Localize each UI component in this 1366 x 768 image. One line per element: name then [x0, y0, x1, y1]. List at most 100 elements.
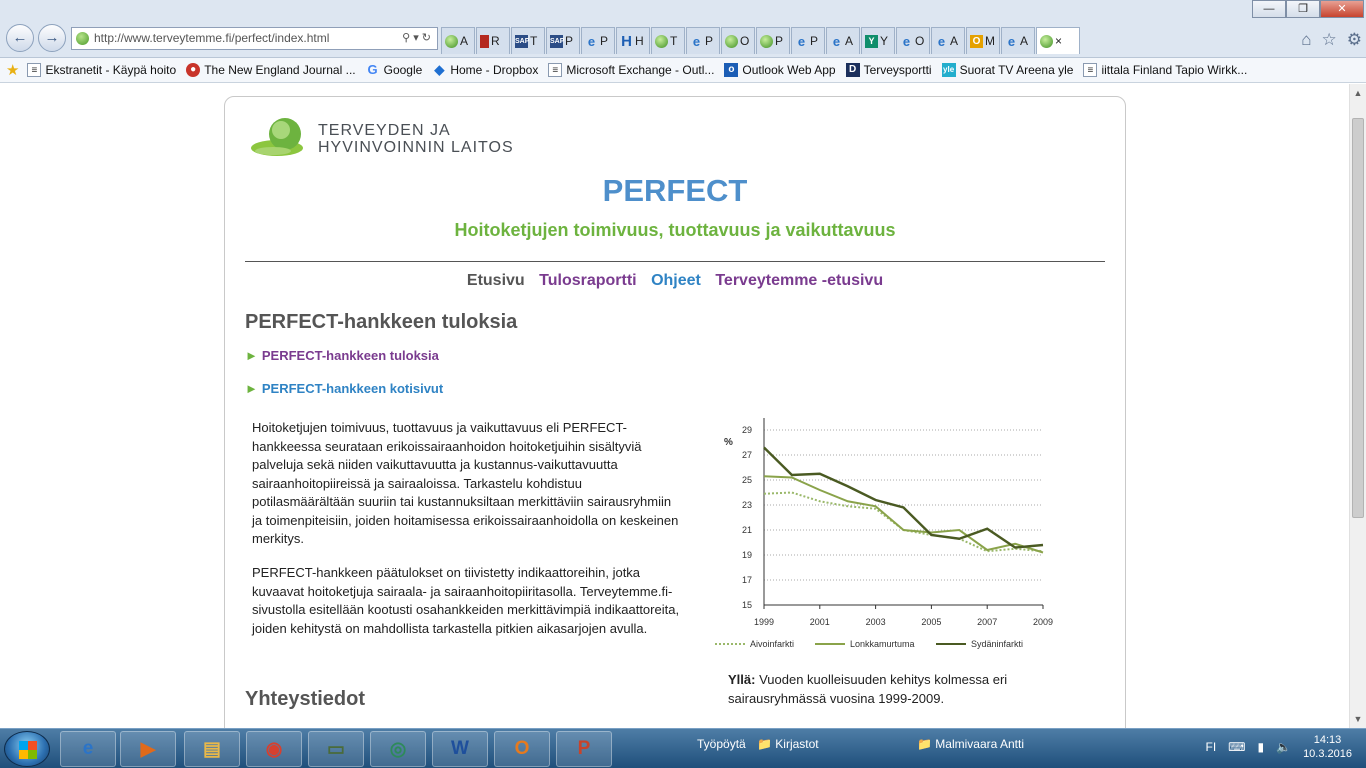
favorite-link[interactable]: ≡ Microsoft Exchange - Outl...	[548, 63, 714, 77]
chrome-icon[interactable]: ◉	[246, 731, 302, 767]
clock[interactable]: 14:13 10.3.2016	[1303, 733, 1352, 761]
outlook-icon[interactable]: O	[494, 731, 550, 767]
back-button[interactable]: ←	[6, 24, 34, 52]
menu-etusivu[interactable]: Etusivu	[467, 272, 525, 289]
red-page-icon	[480, 34, 489, 48]
settings-gear-icon[interactable]: ⚙	[1347, 30, 1362, 50]
browser-tab[interactable]: O	[721, 27, 755, 54]
favorite-label: The New England Journal ...	[204, 63, 356, 77]
browser-tab[interactable]: SAP T	[511, 27, 545, 54]
explorer-icon[interactable]: ▤	[184, 731, 240, 767]
keyboard-icon[interactable]: ⌨	[1228, 740, 1245, 754]
globe-icon	[725, 34, 738, 48]
network-icon[interactable]: ◎	[370, 731, 426, 767]
tab-label: H	[635, 34, 644, 48]
browser-chrome: — ❐ ✕ ← → http://www.terveytemme.fi/perf…	[0, 0, 1366, 58]
browser-tools: ⌂ ☆ ⚙	[1301, 30, 1362, 50]
scroll-thumb[interactable]	[1352, 118, 1364, 518]
favorite-link[interactable]: yle Suorat TV Areena yle	[941, 63, 1073, 77]
browser-tab[interactable]: HH	[616, 27, 650, 54]
favorite-link[interactable]: ◆ Home - Dropbox	[432, 63, 539, 78]
kirjastot-label: Kirjastot	[775, 737, 819, 751]
browser-tab[interactable]: eA	[1001, 27, 1035, 54]
add-favorite-icon[interactable]: ★	[6, 61, 19, 79]
address-bar[interactable]: http://www.terveytemme.fi/perfect/index.…	[71, 27, 438, 50]
start-button[interactable]	[4, 731, 50, 767]
logo-line-2: HYVINVOINNIN LAITOS	[318, 139, 514, 156]
tab-label: P	[600, 34, 609, 48]
favorite-link[interactable]: o Outlook Web App	[724, 63, 836, 77]
tab-label: P	[775, 34, 784, 48]
browser-tab[interactable]: eO	[896, 27, 930, 54]
scroll-up-icon[interactable]: ▲	[1353, 88, 1363, 98]
media-player-icon[interactable]: ▶	[120, 731, 176, 767]
tab-label: A	[950, 34, 959, 48]
globe-icon	[655, 34, 668, 48]
forward-button[interactable]: →	[38, 24, 66, 52]
menu-terveytemme[interactable]: Terveytemme -etusivu	[715, 272, 883, 289]
caption-text: Vuoden kuolleisuuden kehitys kolmessa er…	[728, 672, 1008, 706]
network-signal-icon[interactable]: ▮	[1258, 740, 1265, 754]
browser-tab[interactable]: eA	[826, 27, 860, 54]
page-icon: ≡	[27, 63, 42, 77]
monitor-icon[interactable]: ▭	[308, 731, 364, 767]
close-window-button[interactable]: ✕	[1320, 0, 1364, 18]
globe-icon	[760, 34, 773, 48]
menu-ohjeet[interactable]: Ohjeet	[651, 272, 701, 289]
logo-line-1: TERVEYDEN JA	[318, 122, 451, 139]
favorite-label: Terveysportti	[863, 63, 932, 77]
favorite-link[interactable]: D Terveysportti	[845, 63, 932, 77]
browser-tab[interactable]: ×	[1036, 27, 1080, 54]
browser-tab[interactable]: OM	[966, 27, 1000, 54]
link-tuloksia[interactable]: ► PERFECT-hankkeen tuloksia	[245, 348, 439, 363]
home-icon[interactable]: ⌂	[1301, 30, 1311, 50]
favorite-label: Microsoft Exchange - Outl...	[566, 63, 715, 77]
browser-tab[interactable]: P	[756, 27, 790, 54]
h-icon: H	[621, 32, 632, 50]
triangle-right-icon: ►	[245, 381, 258, 396]
volume-icon[interactable]: 🔈	[1276, 740, 1291, 754]
browser-tab[interactable]: eP	[581, 27, 615, 54]
browser-tab[interactable]: R	[476, 27, 510, 54]
favorites-star-icon[interactable]: ☆	[1322, 30, 1337, 50]
favorite-link[interactable]: ≡ Ekstranetit - Käypä hoito	[27, 63, 176, 77]
vertical-scrollbar[interactable]: ▲ ▼	[1349, 84, 1366, 728]
tab-label: P	[705, 34, 714, 48]
menu-tulosraportti[interactable]: Tulosraportti	[539, 272, 636, 289]
tab-label: R	[491, 34, 500, 48]
browser-tab[interactable]: eP	[791, 27, 825, 54]
browser-tab[interactable]: eP	[686, 27, 720, 54]
sap-icon: SAP	[550, 34, 564, 48]
y-tick-label: 25	[742, 475, 752, 485]
favorite-link[interactable]: ≡ iittala Finland Tapio Wirkk...	[1083, 63, 1247, 77]
language-indicator[interactable]: FI	[1206, 740, 1217, 754]
link-kotisivut[interactable]: ► PERFECT-hankkeen kotisivut	[245, 381, 443, 396]
toolbar-kirjastot[interactable]: 📁 Kirjastot	[757, 737, 819, 751]
tab-label: O	[740, 34, 750, 48]
powerpoint-icon[interactable]: P	[556, 731, 612, 767]
favorite-label: Home - Dropbox	[450, 63, 539, 77]
toolbar-tyopoyta[interactable]: Työpöytä	[697, 737, 746, 751]
x-tick-label: 2009	[1033, 617, 1053, 627]
clock-date: 10.3.2016	[1303, 748, 1352, 760]
browser-tab[interactable]: T	[651, 27, 685, 54]
toolbar-user[interactable]: 📁 Malmivaara Antti	[917, 737, 1024, 751]
scroll-down-icon[interactable]: ▼	[1353, 714, 1363, 724]
favorite-link[interactable]: ● The New England Journal ...	[186, 63, 356, 77]
address-tools[interactable]: ⚲ ▾ ↻	[402, 28, 431, 49]
browser-tab[interactable]: SAP P	[546, 27, 580, 54]
favorite-link[interactable]: G Google	[366, 63, 423, 78]
minimize-button[interactable]: —	[1252, 0, 1286, 18]
ie-icon[interactable]: e	[60, 731, 116, 767]
tab-label: Y	[880, 34, 889, 48]
page-icon: ≡	[548, 63, 563, 77]
browser-tab[interactable]: YY	[861, 27, 895, 54]
browser-tab[interactable]: A	[441, 27, 475, 54]
browser-tab[interactable]: eA	[931, 27, 965, 54]
word-icon[interactable]: W	[432, 731, 488, 767]
tab-label: T	[530, 34, 538, 48]
legend-label-2: Sydäninfarkti	[971, 639, 1023, 649]
maximize-button[interactable]: ❐	[1286, 0, 1320, 18]
ol-icon: o	[724, 63, 739, 77]
y-tick-label: 19	[742, 550, 752, 560]
